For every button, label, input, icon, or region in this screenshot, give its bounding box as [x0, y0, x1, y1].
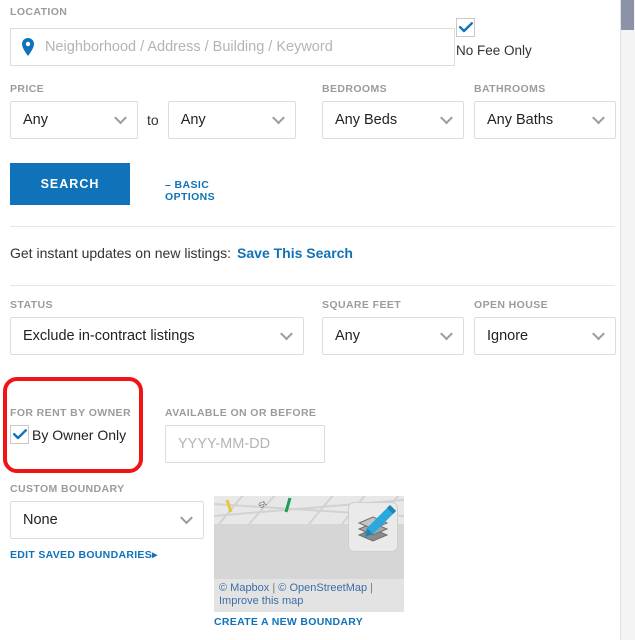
square-feet-select[interactable]: Any: [322, 317, 464, 355]
chevron-down-icon: [592, 327, 605, 341]
edit-saved-boundaries-label: EDIT SAVED BOUNDARIES: [10, 549, 153, 561]
square-feet-value: Any: [335, 328, 360, 344]
status-group: STATUS Exclude in-contract listings: [10, 299, 304, 355]
available-date-input[interactable]: YYYY-MM-DD: [165, 425, 325, 463]
map-attribution: © Mapbox | © OpenStreetMap | Improve thi…: [214, 579, 404, 612]
price-group: PRICE Any to Any: [10, 83, 300, 139]
open-house-select[interactable]: Ignore: [474, 317, 616, 355]
price-min-select[interactable]: Any: [10, 101, 138, 139]
bathrooms-label: BATHROOMS: [474, 83, 546, 95]
divider-bottom: [10, 285, 615, 286]
location-label: LOCATION: [10, 6, 68, 18]
vertical-scrollbar-track[interactable]: [620, 0, 635, 640]
price-min-value: Any: [23, 112, 48, 128]
available-on-or-before-group: AVAILABLE ON OR BEFORE YYYY-MM-DD: [165, 407, 325, 463]
by-owner-only-row[interactable]: By Owner Only: [10, 425, 140, 444]
price-label: PRICE: [10, 83, 45, 95]
osm-attribution-link[interactable]: © OpenStreetMap: [278, 582, 367, 594]
layers-pencil-icon: [357, 505, 396, 542]
chevron-down-icon: [180, 511, 193, 525]
for-rent-by-owner-label: FOR RENT BY OWNER: [10, 407, 131, 419]
search-action-row: SEARCH – BASIC OPTIONS: [10, 163, 215, 205]
custom-boundary-value: None: [23, 512, 58, 528]
checkmark-icon: [458, 22, 473, 33]
attribution-separator-2: |: [370, 582, 374, 594]
no-fee-only-group[interactable]: No Fee Only: [456, 18, 596, 58]
map-pin-icon: [22, 38, 34, 56]
by-owner-only-checkbox[interactable]: [10, 425, 29, 444]
no-fee-only-label: No Fee Only: [456, 43, 532, 58]
price-range-fields: Any to Any: [10, 101, 300, 139]
chevron-down-icon: [592, 111, 605, 125]
location-input[interactable]: Neighborhood / Address / Building / Keyw…: [10, 28, 455, 66]
bedrooms-select[interactable]: Any Beds: [322, 101, 464, 139]
location-placeholder-text: Neighborhood / Address / Building / Keyw…: [45, 39, 333, 55]
custom-boundary-group: CUSTOM BOUNDARY None EDIT SAVED BOUNDARI…: [10, 483, 204, 563]
attribution-separator: |: [272, 582, 276, 594]
filters-content: LOCATION Neighborhood / Address / Buildi…: [0, 0, 618, 640]
location-input-wrapper[interactable]: Neighborhood / Address / Building / Keyw…: [10, 28, 455, 66]
boundary-map-thumbnail[interactable]: St © Mapbox | © OpenStreetMap | Improve …: [214, 496, 404, 612]
bathrooms-value: Any Baths: [487, 112, 554, 128]
bathrooms-group: BATHROOMS Any Baths: [474, 83, 616, 139]
divider-top: [10, 226, 615, 227]
bedrooms-value: Any Beds: [335, 112, 398, 128]
custom-boundary-select[interactable]: None: [10, 501, 204, 539]
available-on-or-before-label: AVAILABLE ON OR BEFORE: [165, 407, 317, 419]
save-search-text: Get instant updates on new listings:: [10, 245, 232, 261]
save-this-search-link[interactable]: Save This Search: [237, 245, 353, 261]
vertical-scrollbar-thumb[interactable]: [621, 0, 634, 30]
search-filters-panel: LOCATION Neighborhood / Address / Buildi…: [0, 0, 635, 640]
price-range-connector: to: [147, 112, 159, 128]
square-feet-group: SQUARE FEET Any: [322, 299, 464, 355]
open-house-group: OPEN HOUSE Ignore: [474, 299, 616, 355]
chevron-down-icon: [440, 327, 453, 341]
for-rent-by-owner-group: FOR RENT BY OWNER By Owner Only: [10, 407, 140, 444]
chevron-down-icon: [280, 327, 293, 341]
create-new-boundary-link[interactable]: CREATE A NEW BOUNDARY: [214, 616, 363, 628]
chevron-down-icon: [114, 111, 127, 125]
no-fee-only-checkbox[interactable]: [456, 18, 475, 37]
open-house-value: Ignore: [487, 328, 529, 344]
bedrooms-group: BEDROOMS Any Beds: [322, 83, 464, 139]
checkmark-icon: [12, 429, 27, 440]
basic-options-toggle[interactable]: – BASIC OPTIONS: [165, 179, 215, 203]
status-value: Exclude in-contract listings: [23, 328, 195, 344]
save-search-row: Get instant updates on new listings: Save…: [10, 245, 353, 261]
map-layers-button[interactable]: [348, 502, 398, 552]
by-owner-only-label: By Owner Only: [32, 426, 127, 443]
mapbox-attribution-link[interactable]: © Mapbox: [219, 582, 269, 594]
edit-saved-boundaries-link[interactable]: EDIT SAVED BOUNDARIES▸: [10, 549, 158, 561]
search-button[interactable]: SEARCH: [10, 163, 130, 205]
square-feet-label: SQUARE FEET: [322, 299, 402, 311]
custom-boundary-label: CUSTOM BOUNDARY: [10, 483, 125, 495]
chevron-down-icon: [271, 111, 285, 125]
status-label: STATUS: [10, 299, 53, 311]
open-house-label: OPEN HOUSE: [474, 299, 549, 311]
available-date-placeholder: YYYY-MM-DD: [178, 436, 271, 452]
chevron-down-icon: [440, 111, 453, 125]
bathrooms-select[interactable]: Any Baths: [474, 101, 616, 139]
status-select[interactable]: Exclude in-contract listings: [10, 317, 304, 355]
price-max-value: Any: [180, 112, 206, 128]
price-max-select[interactable]: Any: [167, 101, 296, 139]
improve-map-link[interactable]: Improve this map: [219, 595, 303, 607]
bedrooms-label: BEDROOMS: [322, 83, 388, 95]
